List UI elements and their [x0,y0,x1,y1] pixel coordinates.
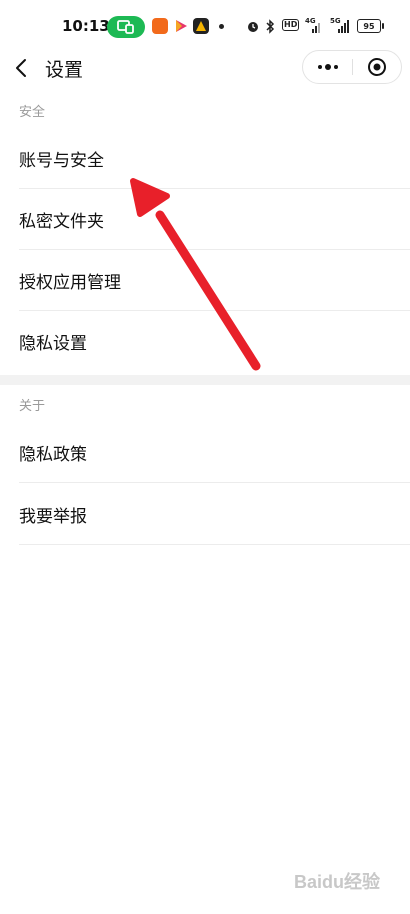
list-item-label: 隐私政策 [19,445,87,465]
bluetooth-icon [265,18,275,34]
section-header-security: 安全 [19,105,46,120]
list-item-account-security[interactable]: 账号与安全 [19,128,410,189]
hd-badge: HD [282,19,300,31]
more-button[interactable] [303,51,352,83]
battery-level: 95 [363,21,375,31]
target-close-icon [368,58,386,76]
status-time: 10:13 [62,17,110,35]
status-bar: 10:13 HD 4G 5G 95 [0,0,410,52]
signal-icon [312,18,322,34]
list-item-report[interactable]: 我要举报 [19,484,410,545]
status-dot [219,24,224,29]
signal-icon-2 [338,18,350,34]
app-a-icon [193,18,209,34]
nav-bar: 设置 [0,48,410,88]
page-title: 设置 [45,59,84,81]
mini-program-capsule [302,50,402,84]
video-app-icon [173,18,189,34]
list-item-label: 隐私设置 [19,334,87,354]
list-item-label: 私密文件夹 [19,212,104,232]
list-item-label: 我要举报 [19,507,87,527]
list-item-privacy-settings[interactable]: 隐私设置 [19,311,410,372]
chevron-left-icon [16,59,26,77]
list-item-private-folder[interactable]: 私密文件夹 [19,189,410,250]
section-header-about: 关于 [19,399,46,414]
close-mini-program-button[interactable] [353,51,401,83]
app-notification-icon [152,18,168,34]
list-item-privacy-policy[interactable]: 隐私政策 [19,422,410,483]
baidu-watermark: Baidu经验 [294,872,381,892]
battery-icon: 95 [357,19,384,33]
list-item-label: 授权应用管理 [19,273,121,293]
list-item-label: 账号与安全 [19,151,104,171]
back-button[interactable] [12,54,32,82]
screen-cast-icon[interactable] [107,16,145,38]
section-divider [0,375,410,385]
alarm-icon [246,18,260,34]
more-dots-icon [317,64,338,70]
list-item-authorized-apps[interactable]: 授权应用管理 [19,250,410,311]
